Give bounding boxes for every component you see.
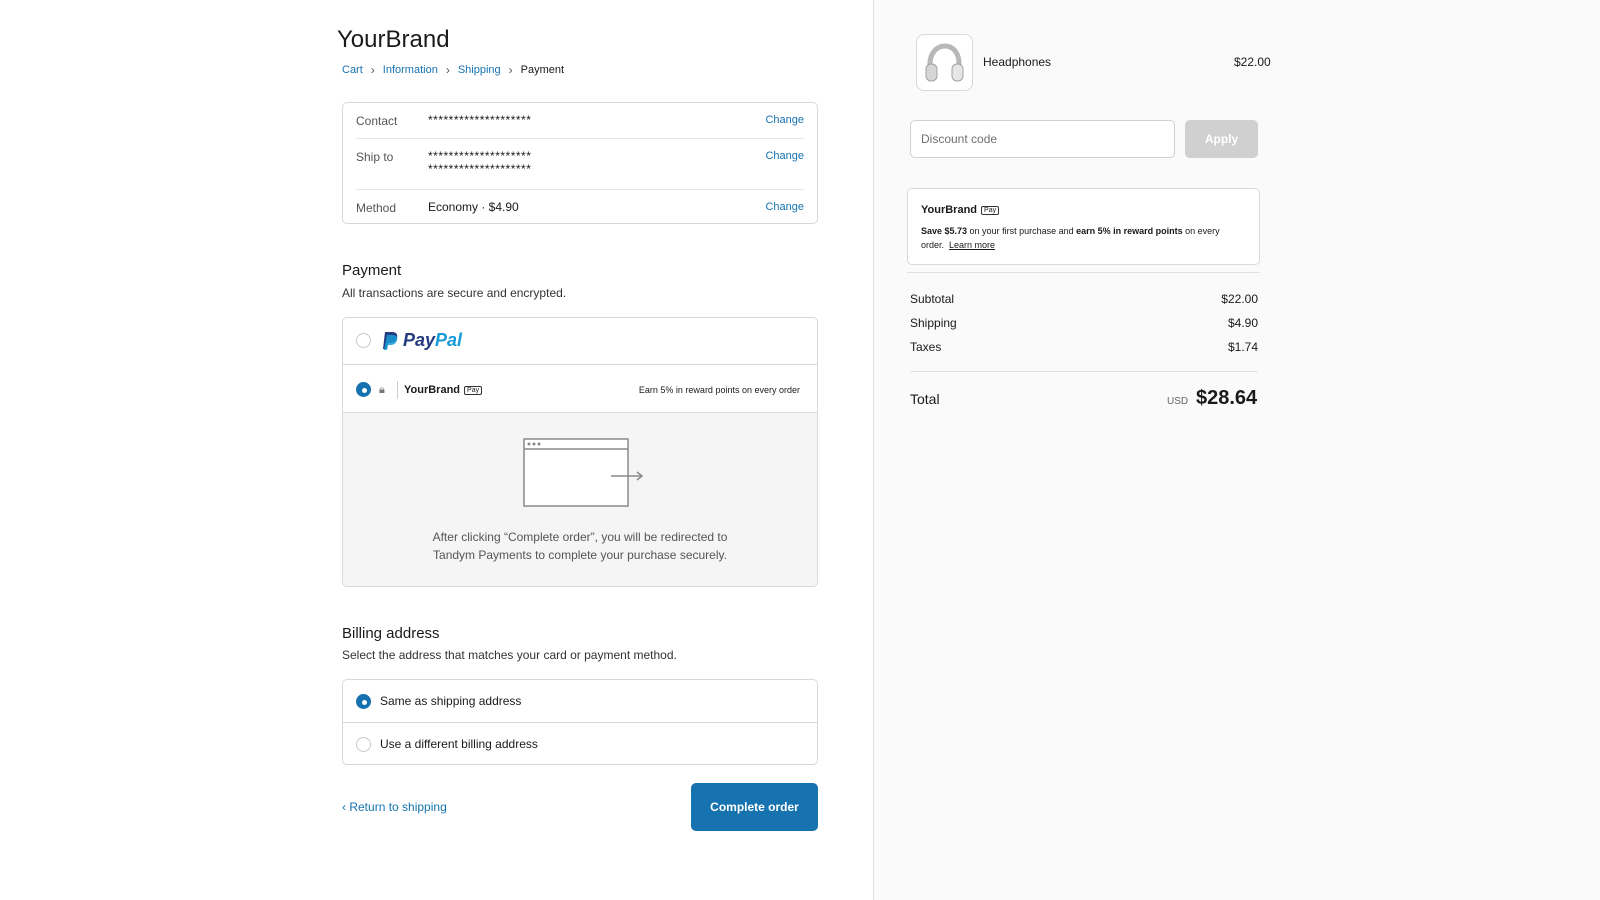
apply-discount-button[interactable]: Apply <box>1185 120 1258 158</box>
lock-icon: 🔒︎ <box>379 384 385 396</box>
contact-label: Contact <box>356 114 398 128</box>
breadcrumb-shipping[interactable]: Shipping <box>458 64 501 76</box>
change-ship-to-link[interactable]: Change <box>765 150 804 162</box>
payment-subtitle: All transactions are secure and encrypte… <box>342 286 567 300</box>
same-address-label: Same as shipping address <box>380 694 522 708</box>
method-label: Method <box>356 201 397 215</box>
chevron-right-icon: › <box>370 63 375 77</box>
breadcrumb-information[interactable]: Information <box>383 64 438 76</box>
shipping-row: Shipping $4.90 <box>910 316 1258 330</box>
payment-methods: PayPal 🔒︎ YourBrand Pay Earn 5% in reward… <box>342 317 818 587</box>
return-to-shipping-link[interactable]: ‹ Return to shipping <box>342 800 447 814</box>
brand-logo: YourBrand <box>337 26 450 53</box>
ship-to-label: Ship to <box>356 150 394 164</box>
subtotal-row: Subtotal $22.00 <box>910 292 1258 306</box>
billing-options: Same as shipping address Use a different… <box>342 679 818 765</box>
payment-option-paypal[interactable]: PayPal <box>343 318 817 365</box>
browser-redirect-icon <box>523 438 644 507</box>
divider <box>356 189 804 190</box>
taxes-row: Taxes $1.74 <box>910 340 1258 354</box>
paypal-wordmark: PayPal <box>403 330 463 350</box>
checkout-main: YourBrand Cart › Information › Shipping … <box>0 0 873 900</box>
product-price: $22.00 <box>1234 55 1271 69</box>
promo-brand-label: YourBrand Pay <box>921 204 1000 216</box>
total-value: $28.64 <box>1196 387 1258 409</box>
shipping-label: Shipping <box>910 316 957 330</box>
same-address-radio[interactable] <box>356 694 371 709</box>
taxes-value: $1.74 <box>1227 340 1258 354</box>
paypal-logo: PayPal <box>381 330 462 351</box>
currency-label: USD <box>1167 396 1189 407</box>
pay-badge: Pay <box>464 386 483 395</box>
breadcrumb-cart[interactable]: Cart <box>342 64 363 76</box>
subtotal-value: $22.00 <box>1221 292 1258 306</box>
divider <box>910 371 1258 372</box>
total-label: Total <box>910 391 940 407</box>
breadcrumb: Cart › Information › Shipping › Payment <box>342 63 564 77</box>
promo-message: Save $5.73 on your first purchase and ea… <box>921 226 1220 250</box>
contact-value: ******************** <box>428 113 532 127</box>
order-review-box: Contact ******************** Change Ship… <box>342 102 818 224</box>
redirect-message: After clicking “Complete order”, you wil… <box>432 530 728 562</box>
billing-option-different[interactable]: Use a different billing address <box>343 723 817 766</box>
different-address-radio[interactable] <box>356 737 371 752</box>
breadcrumb-payment: Payment <box>520 64 565 76</box>
different-address-label: Use a different billing address <box>380 737 538 751</box>
divider <box>397 381 398 399</box>
method-value: Economy · $4.90 <box>428 200 519 214</box>
paypal-radio[interactable] <box>356 333 371 348</box>
discount-code-input[interactable] <box>910 120 1175 158</box>
payment-title: Payment <box>342 262 402 279</box>
payment-option-yourbrand[interactable]: 🔒︎ YourBrand Pay Earn 5% in reward points… <box>343 365 817 413</box>
chevron-right-icon: › <box>508 63 513 77</box>
yourbrand-reward-note: Earn 5% in reward points on every order <box>638 385 800 395</box>
divider <box>356 138 804 139</box>
billing-option-same[interactable]: Same as shipping address <box>343 680 817 723</box>
billing-title: Billing address <box>342 625 440 642</box>
paypal-icon <box>383 331 398 350</box>
change-contact-link[interactable]: Change <box>765 114 804 126</box>
divider <box>907 272 1260 273</box>
pay-badge: Pay <box>981 206 1000 215</box>
yourbrand-promo-card: YourBrand Pay Save $5.73 on your first pu… <box>907 188 1260 265</box>
learn-more-link[interactable]: Learn more <box>949 240 995 250</box>
subtotal-label: Subtotal <box>910 292 955 306</box>
change-method-link[interactable]: Change <box>765 201 804 213</box>
redirect-panel: After clicking “Complete order”, you wil… <box>343 413 817 586</box>
chevron-right-icon: › <box>445 63 450 77</box>
billing-subtitle: Select the address that matches your car… <box>342 648 677 662</box>
complete-order-button[interactable]: Complete order <box>691 783 818 831</box>
yourbrand-radio[interactable] <box>356 382 371 397</box>
shipping-value: $4.90 <box>1227 316 1258 330</box>
product-thumbnail <box>916 34 973 91</box>
taxes-label: Taxes <box>910 340 942 354</box>
yourbrand-pay-label: YourBrand Pay <box>404 384 483 396</box>
headphones-icon <box>925 43 964 82</box>
product-name: Headphones <box>983 55 1052 69</box>
ship-to-value-line2: ******************** <box>428 162 532 176</box>
